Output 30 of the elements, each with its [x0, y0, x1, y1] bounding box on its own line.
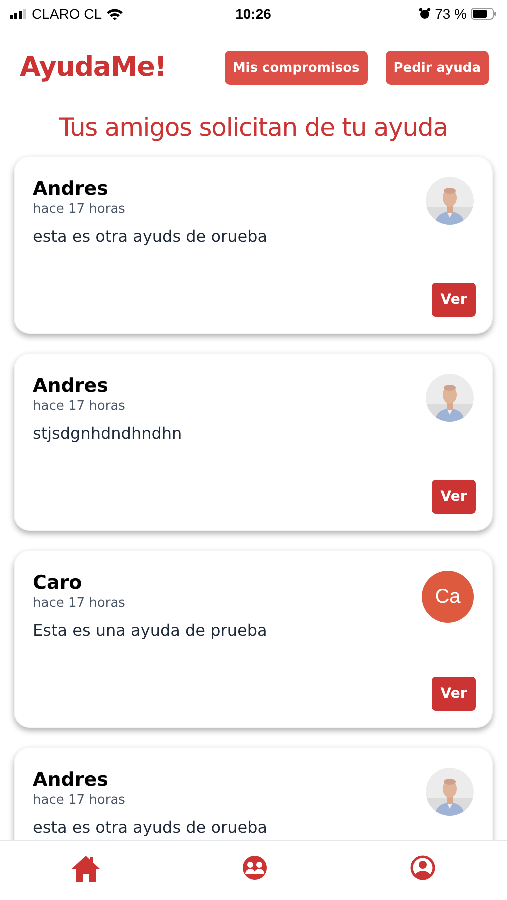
carrier-name: CLARO CL — [32, 4, 102, 24]
time-ago: hace 17 horas — [33, 792, 126, 810]
requester-name: Andres — [33, 177, 110, 201]
view-button[interactable]: Ver — [432, 283, 476, 317]
request-text: esta es otra ayuds de orueba — [33, 818, 268, 838]
view-button[interactable]: Ver — [432, 677, 476, 711]
page-title: Tus amigos solicitan de tu ayuda — [58, 112, 449, 144]
battery-icon — [471, 8, 497, 20]
header-button[interactable]: Pedir ayuda — [386, 51, 489, 86]
header-button[interactable]: Mis compromisos — [224, 51, 368, 86]
battery-percent: 73 % — [435, 4, 467, 24]
alarm-icon — [419, 8, 432, 20]
time-ago: hace 17 horas — [33, 201, 126, 219]
wifi-icon — [106, 8, 124, 20]
app-logo: AyudaMe! — [20, 51, 166, 85]
clock-time: 10:26 — [236, 4, 272, 24]
signal-icon — [10, 9, 28, 19]
profile-icon[interactable] — [410, 855, 436, 881]
group-icon[interactable] — [242, 855, 268, 881]
view-button[interactable]: Ver — [432, 480, 476, 514]
initials-avatar: Ca — [422, 571, 474, 623]
request-text: esta es otra ayuds de orueba — [33, 227, 268, 247]
request-text: stjsdgnhdndhndhn — [33, 424, 182, 444]
time-ago: hace 17 horas — [33, 595, 126, 613]
requester-name: Caro — [33, 571, 84, 595]
request-text: Esta es una ayuda de prueba — [33, 621, 268, 641]
requester-name: Andres — [33, 768, 110, 792]
requester-name: Andres — [33, 374, 110, 398]
home-icon[interactable] — [70, 855, 101, 883]
time-ago: hace 17 horas — [33, 398, 126, 416]
